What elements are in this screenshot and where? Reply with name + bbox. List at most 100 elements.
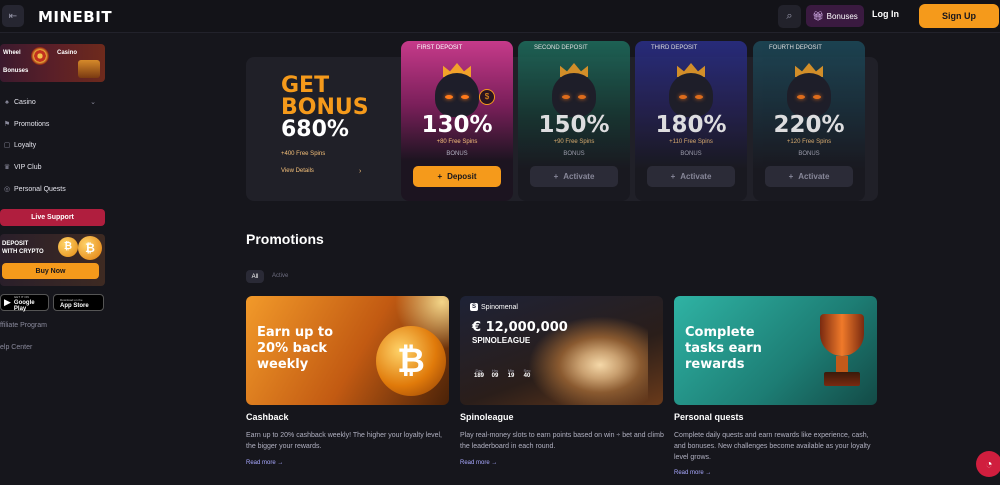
- banner-bonuses-label: Bonuses: [3, 68, 29, 74]
- signup-button[interactable]: Sign Up: [919, 4, 999, 28]
- deposit-card-label: FIRST DEPOSIT: [417, 45, 463, 51]
- chevron-down-icon[interactable]: ⌄: [90, 98, 96, 106]
- read-more-personal-quests[interactable]: Read more →: [674, 470, 711, 476]
- search-button[interactable]: ⌕: [778, 5, 801, 28]
- deposit-card-label: FOURTH DEPOSIT: [769, 45, 822, 51]
- promo-card-personal-quests[interactable]: Complete tasks earn rewards: [674, 296, 877, 405]
- trophy-icon: [814, 314, 870, 390]
- promo-name-cashback[interactable]: Cashback: [246, 412, 289, 422]
- buy-now-button[interactable]: Buy Now: [2, 263, 99, 279]
- activate-button[interactable]: + Activate: [530, 166, 618, 187]
- activate-button-label: Activate: [563, 172, 595, 181]
- deposit-card-percent: 130%: [421, 112, 493, 138]
- promo-name-personal-quests[interactable]: Personal quests: [674, 412, 744, 422]
- help-center-link[interactable]: elp Center: [0, 344, 32, 351]
- chat-support-icon[interactable]: ◔: [976, 451, 1000, 477]
- deposit-card-percent: 150%: [538, 112, 610, 138]
- sidebar-item-label: Loyalty: [14, 141, 37, 149]
- top-bar: ⇤ MINEBIT ⌕ 🎁︎ Bonuses Log In Sign Up: [0, 0, 1000, 33]
- plus-icon: +: [670, 172, 676, 181]
- live-support-button[interactable]: Live Support: [0, 209, 105, 226]
- plus-icon: +: [437, 172, 443, 181]
- promo-card-spinoleague[interactable]: S Spinomenal € 12,000,000 SPINOLEAGUE Da…: [460, 296, 663, 405]
- filter-tab-all[interactable]: All: [246, 270, 264, 283]
- filter-tab-active[interactable]: Active: [272, 270, 288, 283]
- bonus-total-spins: +400 Free Spins: [281, 151, 326, 157]
- sidebar-item-casino[interactable]: ♠ Casino ⌄: [0, 94, 110, 110]
- read-more-cashback[interactable]: Read more →: [246, 460, 283, 466]
- bitcoin-icon: ₿: [376, 326, 446, 396]
- app-store-button[interactable]: Download on the App Store: [53, 294, 104, 311]
- sidebar-item-promotions[interactable]: ⚑ Promotions: [0, 116, 110, 132]
- brand-label: Spinomenal: [481, 303, 518, 311]
- chest-icon: [78, 60, 100, 78]
- deposit-card-sub: BONUS: [798, 151, 820, 157]
- sidebar-promo-banner[interactable]: Wheel Casino Bonuses: [0, 44, 105, 82]
- plus-icon: +: [788, 172, 794, 181]
- deposit-card-first: FIRST DEPOSIT $ 130% +80 Free Spins BONU…: [401, 41, 513, 201]
- promo-image-text: Earn up to 20% back weekly: [257, 325, 334, 372]
- promo-desc-spinoleague: Play real-money slots to earn points bas…: [460, 432, 664, 450]
- chat-icon: ▢: [3, 142, 11, 149]
- timer-seconds: Sec 40: [523, 368, 531, 379]
- league-name: SPINOLEAGUE: [472, 336, 531, 345]
- bitcoin-icon: ₿: [58, 237, 78, 257]
- prize-amount: € 12,000,000: [472, 320, 568, 335]
- deposit-card-spins: +120 Free Spins: [786, 139, 832, 145]
- deposit-card-percent: 180%: [655, 112, 727, 138]
- deposit-card-spins: +90 Free Spins: [553, 139, 595, 145]
- spinomenal-logo: S Spinomenal: [470, 303, 518, 311]
- menu-toggle-icon[interactable]: ⇤: [2, 5, 24, 27]
- gift-icon: 🎁︎: [812, 10, 824, 21]
- crypto-deposit-card: DEPOSIT WITH CRYPTO ₿ ₿ Buy Now: [0, 234, 105, 286]
- activate-button-label: Activate: [680, 172, 712, 181]
- crypto-line1: DEPOSIT: [2, 241, 29, 247]
- banner-casino-label: Casino: [57, 50, 78, 56]
- logo[interactable]: MINEBIT: [38, 8, 112, 26]
- sidebar-item-loyalty[interactable]: ▢ Loyalty: [0, 137, 110, 153]
- affiliate-program-link[interactable]: ffiliate Program: [0, 322, 47, 329]
- promo-name-spinoleague[interactable]: Spinoleague: [460, 412, 514, 422]
- activate-button[interactable]: + Activate: [647, 166, 735, 187]
- promo-card-cashback[interactable]: Earn up to 20% back weekly ₿: [246, 296, 449, 405]
- google-play-big: Google Play: [13, 299, 35, 312]
- activate-button-label: Activate: [798, 172, 830, 181]
- dollar-coin-icon: $: [479, 89, 495, 105]
- deposit-button-label: Deposit: [447, 172, 477, 181]
- activate-button[interactable]: + Activate: [765, 166, 853, 187]
- sidebar-item-vip-club[interactable]: ♛ VIP Club: [0, 159, 110, 175]
- bonuses-button[interactable]: 🎁︎ Bonuses: [806, 5, 864, 27]
- crown-icon: ♛: [3, 164, 11, 171]
- deposit-button[interactable]: + Deposit: [413, 166, 501, 187]
- promo-desc-personal-quests: Complete daily quests and earn rewards l…: [674, 432, 871, 461]
- bonus-title-line3: 680%: [281, 117, 349, 142]
- app-store-big: App Store: [60, 302, 89, 309]
- chevron-right-icon[interactable]: ›: [359, 168, 361, 175]
- wheel-icon: [31, 47, 49, 65]
- sidebar-item-label: Casino: [14, 98, 36, 106]
- flag-icon: ⚑: [3, 121, 11, 128]
- bitcoin-icon: ₿: [78, 236, 102, 260]
- casino-icon: ♠: [5, 98, 9, 106]
- view-details-link[interactable]: View Details: [281, 168, 314, 174]
- sidebar-item-label: VIP Club: [14, 163, 42, 171]
- sidebar: Wheel Casino Bonuses ♠ Casino ⌄ ⚑ Promot…: [0, 34, 110, 485]
- timer-minutes: Min 19: [507, 368, 515, 379]
- deposit-card-sub: BONUS: [563, 151, 585, 157]
- deposit-card-sub: BONUS: [680, 151, 702, 157]
- timer-hours: Hrs 09: [491, 368, 499, 379]
- crypto-line2: WITH CRYPTO: [2, 249, 44, 255]
- login-button[interactable]: Log In: [872, 9, 899, 19]
- sidebar-item-label: Personal Quests: [14, 185, 66, 193]
- google-play-button[interactable]: ▶ GET IT ON Google Play: [0, 294, 49, 312]
- bonus-title-line2: BONUS: [281, 95, 369, 120]
- read-more-spinoleague[interactable]: Read more →: [460, 460, 497, 466]
- deposit-card-label: SECOND DEPOSIT: [534, 45, 588, 51]
- deposit-card-spins: +80 Free Spins: [436, 139, 478, 145]
- sidebar-item-personal-quests[interactable]: ◎ Personal Quests: [0, 181, 110, 197]
- search-icon: ⌕: [786, 10, 793, 22]
- deposit-card-third: THIRD DEPOSIT 180% +110 Free Spins BONUS…: [635, 41, 747, 201]
- google-play-icon: ▶: [4, 297, 11, 307]
- promo-image-text: Complete tasks earn rewards: [685, 325, 762, 372]
- deposit-card-label: THIRD DEPOSIT: [651, 45, 698, 51]
